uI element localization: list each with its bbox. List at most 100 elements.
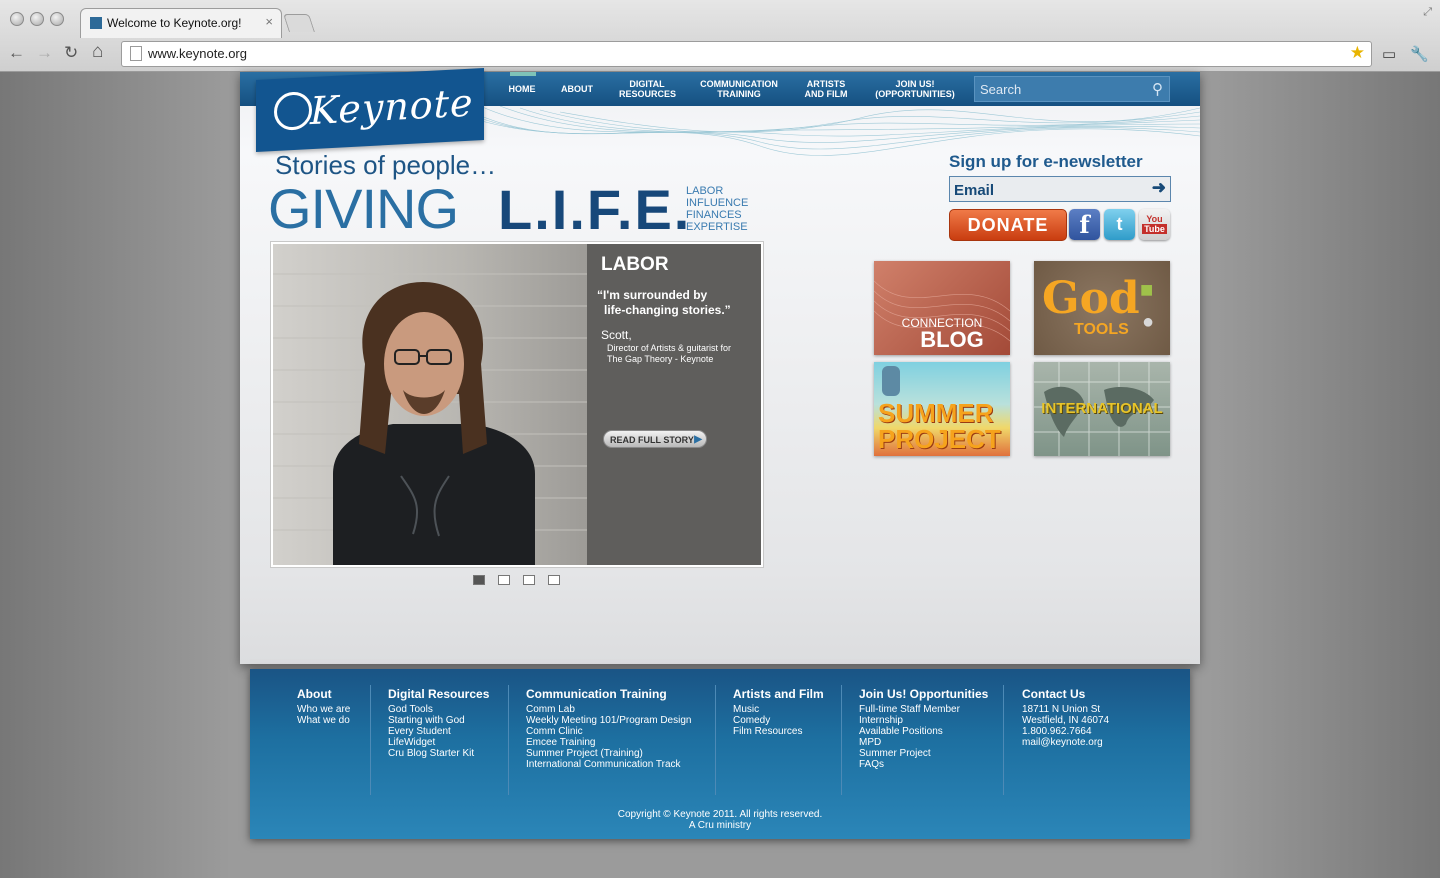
guitar-icon bbox=[882, 366, 900, 396]
footer-link[interactable]: Full-time Staff Member bbox=[859, 704, 988, 715]
youtube-icon[interactable]: You Tube bbox=[1139, 209, 1170, 240]
summer-project-tile[interactable]: SUMMER PROJECT bbox=[874, 362, 1010, 456]
newsletter-email-input[interactable] bbox=[952, 181, 1136, 200]
android-icon: ■ bbox=[1140, 277, 1154, 302]
window-minimize-button[interactable] bbox=[30, 12, 44, 26]
read-full-story-button[interactable]: READ FULL STORY ▶ bbox=[603, 430, 707, 448]
story-caption: LABOR “I'm surrounded by life-changing s… bbox=[587, 244, 761, 565]
home-button[interactable]: ⌂ bbox=[92, 41, 103, 63]
footer-link[interactable]: What we do bbox=[297, 715, 350, 726]
wrench-icon[interactable]: 🔧 bbox=[1410, 45, 1429, 63]
tab-title: Welcome to Keynote.org! bbox=[107, 16, 242, 30]
footer-link[interactable]: Comedy bbox=[733, 715, 824, 726]
footer-col-artists-and-film: Artists and Film Music Comedy Film Resou… bbox=[733, 687, 824, 737]
footer-link[interactable]: God Tools bbox=[388, 704, 489, 715]
footer-email-link[interactable]: mail@keynote.org bbox=[1022, 737, 1109, 748]
browser-tab[interactable]: Welcome to Keynote.org! × bbox=[80, 8, 282, 38]
god-tools-tile[interactable]: God TOOLS ■ ● bbox=[1034, 261, 1170, 355]
footer-divider bbox=[841, 685, 842, 795]
footer-col-communication-training: Communication Training Comm Lab Weekly M… bbox=[526, 687, 691, 770]
footer-divider bbox=[1003, 685, 1004, 795]
footer-link[interactable]: Emcee Training bbox=[526, 737, 691, 748]
footer-link[interactable]: Starting with God bbox=[388, 715, 489, 726]
newsletter-email-box[interactable]: ➜ bbox=[949, 176, 1171, 202]
site-logo[interactable]: Keynote bbox=[256, 68, 484, 152]
story-slider: LABOR “I'm surrounded by life-changing s… bbox=[270, 241, 764, 568]
story-person-role: Director of Artists & guitarist for The … bbox=[607, 343, 732, 364]
page-icon bbox=[130, 46, 142, 61]
footer-link[interactable]: Summer Project bbox=[859, 748, 988, 759]
donate-button[interactable]: DONATE bbox=[949, 209, 1067, 241]
story-photo bbox=[273, 244, 587, 565]
footer-col-title: Communication Training bbox=[526, 687, 667, 701]
search-icon[interactable]: ⚲ bbox=[1152, 80, 1163, 98]
footer-col-about: About Who we are What we do bbox=[297, 687, 350, 726]
hero-life: L.I.F.E. bbox=[498, 178, 692, 241]
main-panel: Keynote HOME ABOUT DIGITAL RESOURCES COM… bbox=[240, 68, 1200, 664]
connection-blog-tile[interactable]: CONNECTION BLOG bbox=[874, 261, 1010, 355]
nav-home[interactable]: HOME bbox=[502, 72, 542, 106]
footer-col-join-us: Join Us! Opportunities Full-time Staff M… bbox=[859, 687, 988, 770]
play-arrow-icon: ▶ bbox=[694, 434, 702, 445]
tile-international: INTERNATIONAL bbox=[1041, 400, 1163, 417]
footer-link[interactable]: Comm Lab bbox=[526, 704, 691, 715]
bookmark-star-icon[interactable]: ★ bbox=[1350, 43, 1365, 63]
slider-dot[interactable] bbox=[498, 575, 510, 585]
back-button[interactable]: ← bbox=[8, 43, 25, 63]
nav-artists-and-film[interactable]: ARTISTS AND FILM bbox=[796, 72, 856, 106]
life-word: FINANCES bbox=[686, 209, 742, 221]
footer-link[interactable]: Film Resources bbox=[733, 726, 824, 737]
footer-link[interactable]: Internship bbox=[859, 715, 988, 726]
slider-dot[interactable] bbox=[523, 575, 535, 585]
footer-link[interactable]: MPD bbox=[859, 737, 988, 748]
tile-blog-big: BLOG bbox=[920, 327, 984, 352]
nav-about[interactable]: ABOUT bbox=[554, 72, 600, 106]
new-tab-button[interactable] bbox=[283, 14, 315, 32]
submit-arrow-icon[interactable]: ➜ bbox=[1152, 178, 1166, 198]
footer-link[interactable]: Music bbox=[733, 704, 824, 715]
story-quote: “I'm surrounded by life-changing stories… bbox=[597, 288, 731, 317]
copyright: Copyright © Keynote 2011. All rights res… bbox=[617, 809, 823, 831]
twitter-icon[interactable]: t bbox=[1104, 209, 1135, 240]
facebook-icon[interactable]: f bbox=[1069, 209, 1100, 240]
search-input[interactable] bbox=[978, 81, 1142, 98]
nav-communication-training[interactable]: COMMUNICATION TRAINING bbox=[692, 72, 786, 106]
slider-dot[interactable] bbox=[548, 575, 560, 585]
favicon-icon bbox=[90, 17, 102, 29]
page-zoom-icon[interactable]: ▭ bbox=[1382, 45, 1396, 63]
footer-link[interactable]: Summer Project (Training) bbox=[526, 748, 691, 759]
globe-icon bbox=[274, 91, 312, 132]
fullscreen-icon[interactable]: ⤢ bbox=[1423, 6, 1432, 19]
tab-close-icon[interactable]: × bbox=[265, 14, 273, 29]
footer-col-digital-resources: Digital Resources God Tools Starting wit… bbox=[388, 687, 489, 759]
forward-button[interactable]: → bbox=[36, 43, 53, 63]
footer-link[interactable]: International Communication Track bbox=[526, 759, 691, 770]
newsletter-title: Sign up for e-newsletter bbox=[949, 152, 1143, 171]
slider-dot-active[interactable] bbox=[473, 575, 485, 585]
footer-link[interactable]: Every Student bbox=[388, 726, 489, 737]
logo-text: Keynote bbox=[310, 80, 474, 134]
footer-col-title: Digital Resources bbox=[388, 687, 490, 701]
footer-divider bbox=[715, 685, 716, 795]
address-bar[interactable]: www.keynote.org ★ bbox=[121, 41, 1372, 67]
footer-link[interactable]: Comm Clinic bbox=[526, 726, 691, 737]
nav-digital-resources[interactable]: DIGITAL RESOURCES bbox=[612, 72, 682, 106]
window-close-button[interactable] bbox=[10, 12, 24, 26]
footer-link[interactable]: FAQs bbox=[859, 759, 988, 770]
nav-join-us[interactable]: JOIN US! (OPPORTUNITIES) bbox=[866, 72, 964, 106]
reload-button[interactable]: ↻ bbox=[64, 43, 78, 63]
address-url[interactable]: www.keynote.org bbox=[148, 46, 247, 61]
search-box[interactable]: ⚲ bbox=[974, 76, 1170, 102]
life-word: INFLUENCE bbox=[686, 197, 749, 209]
footer-link[interactable]: Available Positions bbox=[859, 726, 988, 737]
tile-summer-2: PROJECT bbox=[878, 424, 1001, 454]
life-word: EXPERTISE bbox=[686, 221, 748, 233]
story-title: LABOR bbox=[601, 254, 669, 275]
international-tile[interactable]: INTERNATIONAL bbox=[1034, 362, 1170, 456]
footer-link[interactable]: LifeWidget bbox=[388, 737, 489, 748]
footer-link[interactable]: Cru Blog Starter Kit bbox=[388, 748, 489, 759]
window-zoom-button[interactable] bbox=[50, 12, 64, 26]
footer-link[interactable]: Weekly Meeting 101/Program Design bbox=[526, 715, 691, 726]
site-footer: About Who we are What we do Digital Reso… bbox=[250, 669, 1190, 839]
footer-link[interactable]: Who we are bbox=[297, 704, 350, 715]
